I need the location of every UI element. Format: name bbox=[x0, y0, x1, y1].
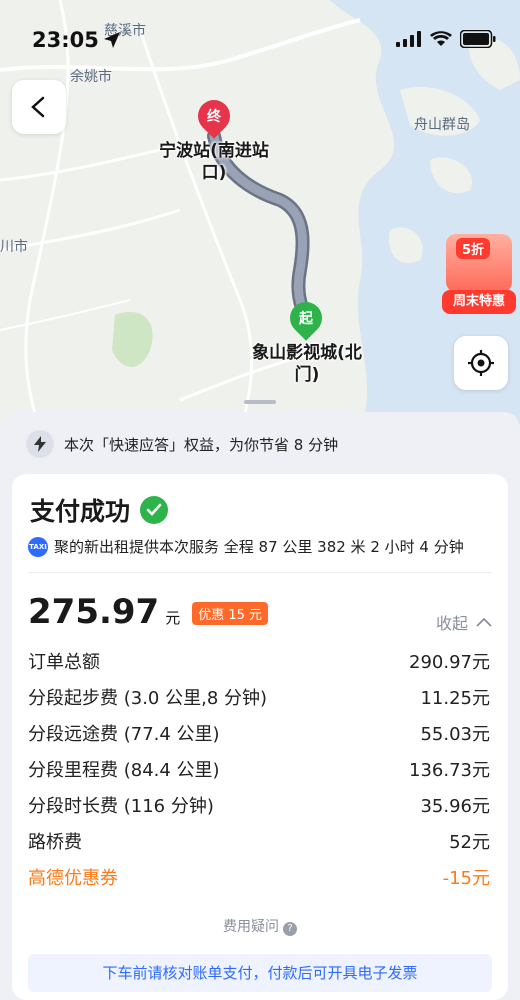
fee-label: 订单总额 bbox=[28, 652, 100, 673]
amount-unit: 元 bbox=[165, 609, 181, 627]
faq-label: 费用疑问 bbox=[223, 919, 279, 935]
fee-value: 55.03元 bbox=[420, 724, 490, 745]
fee-value: 136.73元 bbox=[409, 760, 490, 781]
sheet-drag-handle[interactable] bbox=[244, 400, 276, 404]
fee-label: 分段里程费 (84.4 公里) bbox=[28, 760, 220, 781]
fee-label: 高德优惠券 bbox=[28, 868, 118, 889]
map-label-yuyao: 余姚市 bbox=[70, 69, 112, 85]
fee-value: 35.96元 bbox=[420, 796, 490, 817]
payment-title: 支付成功 bbox=[30, 492, 169, 528]
locate-icon bbox=[468, 350, 494, 376]
location-arrow-icon bbox=[104, 32, 120, 48]
notice-text: 本次「快速应答」权益，为你节省 8 分钟 bbox=[64, 435, 339, 454]
signal-icon bbox=[396, 31, 421, 47]
fee-row-long-distance: 分段远途费 (77.4 公里) 55.03元 bbox=[28, 720, 490, 746]
locate-button[interactable] bbox=[454, 336, 508, 390]
collapse-label: 收起 bbox=[435, 614, 468, 633]
amount-value: 275.97 bbox=[28, 592, 160, 632]
fee-row-total: 订单总额 290.97元 bbox=[28, 648, 490, 674]
chevron-up-icon bbox=[476, 617, 492, 627]
destination-label: 宁波站(南进站 口) bbox=[159, 141, 269, 183]
discount-badge: 优惠 15 元 bbox=[192, 602, 269, 625]
fee-question-link[interactable]: 费用疑问? bbox=[12, 916, 508, 936]
map-label-left-city: 川市 bbox=[0, 239, 28, 255]
fee-row-start: 分段起步费 (3.0 公里,8 分钟) 11.25元 bbox=[28, 684, 490, 710]
chevron-left-icon bbox=[31, 96, 45, 118]
battery-icon bbox=[460, 30, 496, 48]
fee-value: 52元 bbox=[449, 832, 490, 853]
promo-discount-badge: 5折 bbox=[456, 238, 491, 259]
fee-label: 分段时长费 (116 分钟) bbox=[28, 796, 214, 817]
service-text: 聚的新出租提供本次服务 全程 87 公里 382 米 2 小时 4 分钟 bbox=[54, 538, 464, 556]
weekend-promo-button[interactable]: 5折 周末特惠 bbox=[442, 232, 516, 318]
fee-label: 路桥费 bbox=[28, 832, 82, 853]
origin-label: 象山影视城(北 门) bbox=[252, 343, 362, 385]
fast-response-notice: 本次「快速应答」权益，为你节省 8 分钟 bbox=[26, 430, 338, 458]
fee-row-coupon: 高德优惠券 -15元 bbox=[28, 864, 490, 890]
check-circle-icon bbox=[140, 496, 169, 524]
fee-row-mileage: 分段里程费 (84.4 公里) 136.73元 bbox=[28, 756, 490, 782]
fee-value: 290.97元 bbox=[409, 652, 490, 673]
collapse-button[interactable]: 收起 bbox=[436, 610, 492, 634]
fee-row-duration: 分段时长费 (116 分钟) 35.96元 bbox=[28, 792, 490, 818]
paid-amount: 275.97 元 优惠 15 元 bbox=[28, 592, 269, 632]
fee-label: 分段起步费 (3.0 公里,8 分钟) bbox=[28, 688, 268, 709]
fee-value: 11.25元 bbox=[420, 688, 490, 709]
payment-card: 支付成功 TAXI 聚的新出租提供本次服务 全程 87 公里 382 米 2 小… bbox=[12, 474, 508, 1000]
divider bbox=[28, 572, 492, 573]
invoice-tip: 下车前请核对账单支付，付款后可开具电子发票 bbox=[28, 954, 492, 992]
route-map[interactable]: 慈溪市 余姚市 舟山群岛 川市 终 起 宁波站(南进站 口) 象山影视城(北 门… bbox=[0, 0, 520, 430]
fee-row-toll: 路桥费 52元 bbox=[28, 828, 490, 854]
map-label-zhoushan: 舟山群岛 bbox=[414, 117, 470, 133]
status-time: 23:05 bbox=[32, 28, 99, 52]
wifi-icon bbox=[430, 31, 452, 46]
back-button[interactable] bbox=[12, 80, 66, 134]
question-icon: ? bbox=[283, 922, 297, 936]
fee-label: 分段远途费 (77.4 公里) bbox=[28, 724, 220, 745]
service-info: TAXI 聚的新出租提供本次服务 全程 87 公里 382 米 2 小时 4 分… bbox=[28, 536, 464, 557]
promo-tag: 周末特惠 bbox=[442, 290, 516, 314]
fee-value: -15元 bbox=[442, 868, 490, 889]
lightning-icon bbox=[26, 430, 54, 458]
status-icons bbox=[396, 30, 496, 48]
payment-title-text: 支付成功 bbox=[30, 497, 131, 526]
taxi-icon: TAXI bbox=[28, 536, 48, 557]
